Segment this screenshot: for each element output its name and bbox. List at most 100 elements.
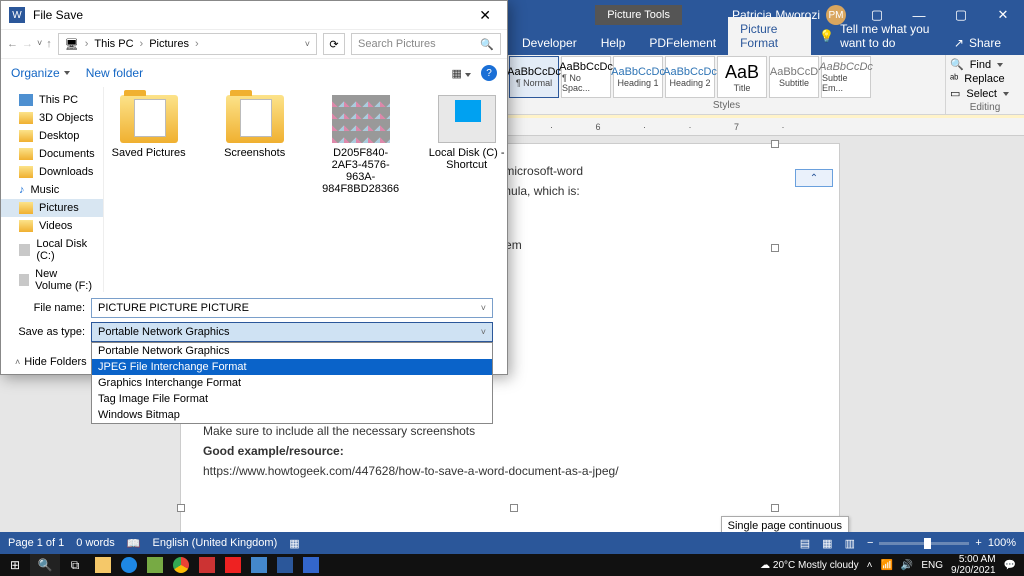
taskbar-app-chrome[interactable]	[168, 554, 194, 576]
maximize-button[interactable]: ▢	[940, 0, 982, 30]
hide-folders-button[interactable]: ˄Hide Folders	[15, 356, 87, 368]
doc-text[interactable]: https://www.howtogeek.com/447628/how-to-…	[203, 464, 817, 478]
nav-up[interactable]: ↑	[46, 38, 52, 50]
filename-input[interactable]: PICTURE PICTURE PICTURE˅	[91, 298, 493, 318]
weather-widget[interactable]: ☁ 20°C Mostly cloudy	[760, 560, 858, 571]
selection-handle[interactable]	[771, 504, 779, 512]
style-title[interactable]: AaBTitle	[717, 56, 767, 98]
tray-chevron[interactable]: ˄	[867, 560, 873, 571]
filetype-option[interactable]: Graphics Interchange Format	[92, 375, 492, 391]
select-button[interactable]: ▭Select	[950, 86, 1020, 101]
macro-icon[interactable]: ▦	[289, 537, 299, 550]
taskbar-app-explorer[interactable]	[90, 554, 116, 576]
filetype-option[interactable]: Portable Network Graphics	[92, 343, 492, 359]
view-web-layout[interactable]: ▥	[845, 537, 855, 550]
style-heading2[interactable]: AaBbCcDcHeading 2	[665, 56, 715, 98]
style-subtitle[interactable]: AaBbCcDSubtitle	[769, 56, 819, 98]
saveastype-combobox[interactable]: Portable Network Graphics˅	[91, 322, 493, 342]
search-box[interactable]: Search Pictures 🔍	[351, 33, 501, 55]
tree-desktop[interactable]: Desktop	[1, 127, 103, 145]
new-folder-button[interactable]: New folder	[86, 66, 143, 80]
zoom-level[interactable]: 100%	[988, 537, 1016, 549]
nav-recent[interactable]: ˅	[37, 38, 42, 50]
taskbar-app-pdfelement[interactable]	[298, 554, 324, 576]
zoom-out[interactable]: −	[867, 537, 873, 549]
tree-videos[interactable]: Videos	[1, 217, 103, 235]
saveastype-dropdown[interactable]: Portable Network GraphicsJPEG File Inter…	[91, 342, 493, 424]
close-button[interactable]: ✕	[982, 0, 1024, 30]
nav-forward[interactable]: →	[22, 38, 33, 50]
selection-handle[interactable]	[510, 504, 518, 512]
page-count[interactable]: Page 1 of 1	[8, 537, 64, 549]
file-list[interactable]: Saved Pictures Screenshots D205F840-2AF3…	[104, 87, 507, 292]
tray-notifications-icon[interactable]: 💬	[1004, 560, 1016, 571]
style-normal[interactable]: AaBbCcDc¶ Normal	[509, 56, 559, 98]
tree-pictures[interactable]: Pictures	[1, 199, 103, 217]
breadcrumb-thispc[interactable]: This PC	[94, 38, 133, 50]
doc-text[interactable]: Make sure to include all the necessary s…	[203, 424, 817, 438]
folder-screenshots[interactable]: Screenshots	[216, 95, 294, 159]
selection-handle[interactable]	[177, 504, 185, 512]
help-button[interactable]: ?	[481, 65, 497, 81]
selection-handle[interactable]	[771, 140, 779, 148]
taskbar-search[interactable]: 🔍	[30, 554, 60, 576]
shortcut-local-disk[interactable]: Local Disk (C) - Shortcut	[428, 95, 506, 171]
filetype-option[interactable]: JPEG File Interchange Format	[92, 359, 492, 375]
tray-volume-icon[interactable]: 🔊	[901, 560, 913, 571]
doc-heading[interactable]: Good example/resource:	[203, 444, 817, 458]
styles-group-caption[interactable]: Styles	[508, 99, 945, 112]
organize-menu[interactable]: Organize	[11, 66, 70, 80]
dialog-close-button[interactable]: ✕	[471, 5, 499, 26]
word-count[interactable]: 0 words	[76, 537, 115, 549]
tree-music[interactable]: ♪Music	[1, 181, 103, 199]
taskbar-app-edge[interactable]	[116, 554, 142, 576]
zoom-slider[interactable]	[879, 542, 969, 545]
view-print-layout[interactable]: ▦	[822, 537, 832, 550]
tray-network-icon[interactable]: 📶	[880, 560, 892, 571]
tray-clock[interactable]: 5:00 AM9/20/2021	[951, 554, 996, 576]
taskbar-app-generic2[interactable]	[194, 554, 220, 576]
taskbar-app-generic1[interactable]	[142, 554, 168, 576]
tab-help[interactable]: Help	[589, 31, 638, 55]
folder-saved-pictures[interactable]: Saved Pictures	[110, 95, 188, 159]
view-menu[interactable]: ▦	[452, 67, 471, 80]
tree-downloads[interactable]: Downloads	[1, 163, 103, 181]
style-subtleem[interactable]: AaBbCcDcSubtle Em...	[821, 56, 871, 98]
view-read-mode[interactable]: ▤	[800, 537, 810, 550]
find-button[interactable]: 🔍Find	[950, 57, 1020, 72]
tree-thispc[interactable]: This PC	[1, 91, 103, 109]
zoom-in[interactable]: +	[975, 537, 981, 549]
layout-options-icon[interactable]: ⌃	[795, 169, 833, 187]
tab-pdfelement[interactable]: PDFelement	[637, 31, 728, 55]
refresh-button[interactable]: ⟳	[323, 33, 345, 55]
select-icon: ▭	[950, 87, 960, 100]
tree-local-disk-c[interactable]: Local Disk (C:)	[1, 235, 103, 265]
tray-language[interactable]: ENG	[921, 560, 943, 571]
navigation-tree[interactable]: This PC 3D Objects Desktop Documents Dow…	[1, 87, 104, 292]
nav-back[interactable]: ←	[7, 38, 18, 50]
taskbar-app-word[interactable]	[272, 554, 298, 576]
share-button[interactable]: ↗Share	[946, 31, 1009, 55]
address-bar[interactable]: 🖥 › This PC › Pictures › ˅	[58, 33, 317, 55]
tree-documents[interactable]: Documents	[1, 145, 103, 163]
tab-picture-format[interactable]: Picture Format	[728, 17, 811, 55]
language-status[interactable]: English (United Kingdom)	[153, 537, 278, 549]
filetype-option[interactable]: Windows Bitmap	[92, 407, 492, 423]
tell-me-search[interactable]: 💡Tell me what you want to do	[819, 17, 946, 55]
tree-new-volume-f[interactable]: New Volume (F:)	[1, 265, 103, 292]
task-view[interactable]: ⧉	[60, 554, 90, 576]
taskbar-app-generic4[interactable]	[246, 554, 272, 576]
style-heading1[interactable]: AaBbCcDcHeading 1	[613, 56, 663, 98]
selection-handle[interactable]	[771, 244, 779, 252]
spellcheck-icon[interactable]: 📖	[127, 537, 141, 550]
filetype-option[interactable]: Tag Image File Format	[92, 391, 492, 407]
tab-developer[interactable]: Developer	[510, 31, 589, 55]
folder-guid[interactable]: D205F840-2AF3-4576-963A-984F8BD28366	[322, 95, 400, 195]
breadcrumb-pictures[interactable]: Pictures	[149, 38, 189, 50]
taskbar-app-generic3[interactable]	[220, 554, 246, 576]
address-dropdown[interactable]: ˅	[305, 39, 310, 49]
replace-button[interactable]: ᵃᵇReplace	[950, 72, 1020, 86]
start-button[interactable]: ⊞	[0, 554, 30, 576]
tree-3d-objects[interactable]: 3D Objects	[1, 109, 103, 127]
style-nospac[interactable]: AaBbCcDc¶ No Spac...	[561, 56, 611, 98]
